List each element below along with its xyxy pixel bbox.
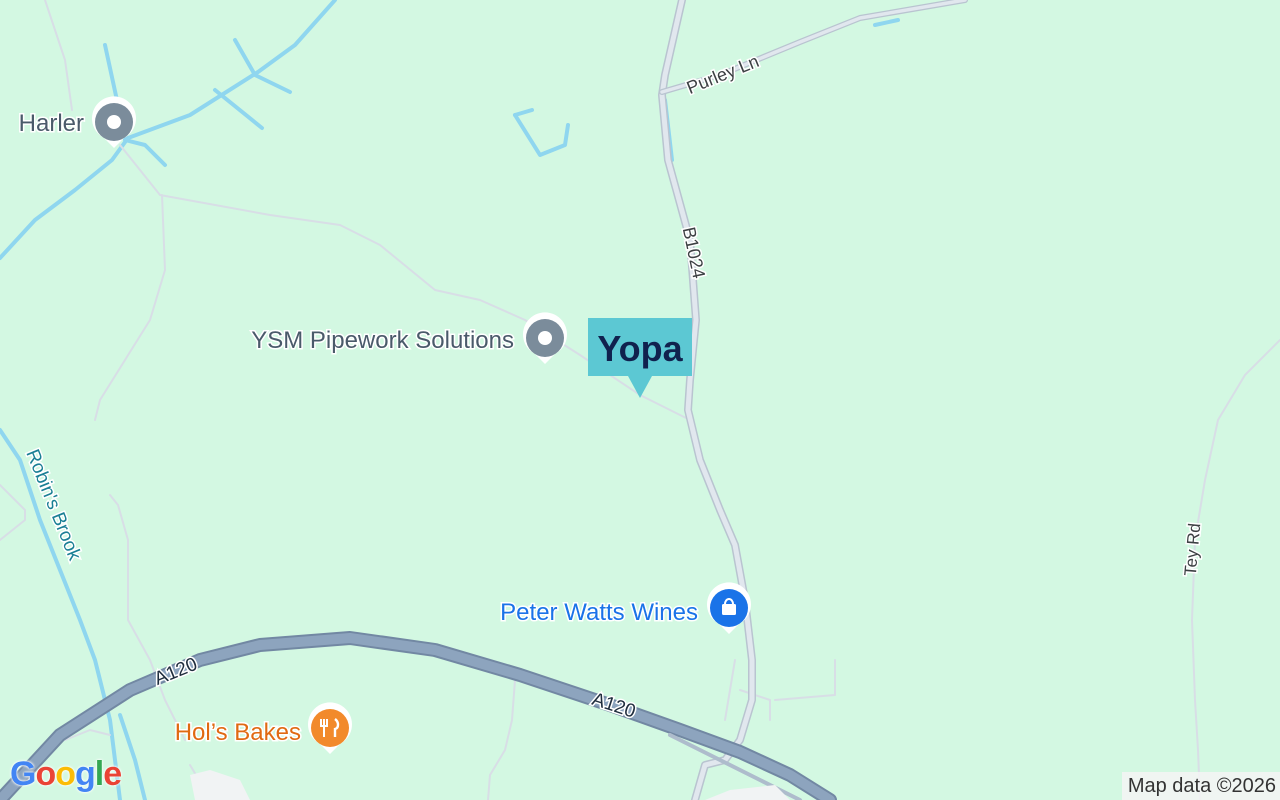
building xyxy=(705,785,790,800)
road-label-a120-right: A120 xyxy=(589,689,638,723)
map-canvas[interactable]: Purley Ln B1024 A120 A120 Tey Rd Robin's… xyxy=(0,0,1280,800)
road-label-a120-left: A120 xyxy=(151,654,200,690)
b1024-road xyxy=(658,0,968,800)
road-label-b1024: B1024 xyxy=(679,225,709,280)
road-label-purley-ln: Purley Ln xyxy=(684,51,762,98)
pin-icon[interactable] xyxy=(523,312,567,364)
yopa-brand-text: Yopa xyxy=(597,328,683,369)
yopa-marker[interactable]: Yopa xyxy=(588,318,692,398)
place-label-harler[interactable]: Harler xyxy=(17,109,85,139)
cutlery-icon[interactable] xyxy=(308,702,352,754)
place-label-peter-watts-wines[interactable]: Peter Watts Wines xyxy=(499,598,700,628)
map-attribution[interactable]: Map data ©2026 xyxy=(1121,772,1280,800)
google-logo: Google xyxy=(10,755,122,793)
place-label-hols-bakes[interactable]: Hol’s Bakes xyxy=(173,718,302,748)
road-label-tey-rd: Tey Rd xyxy=(1181,522,1205,576)
building xyxy=(190,770,250,800)
map-base-layer: Purley Ln B1024 A120 A120 Tey Rd Robin's… xyxy=(0,0,1280,800)
water-label-robins-brook: Robin's Brook xyxy=(21,446,85,563)
place-label-ysm-pipework[interactable]: YSM Pipework Solutions xyxy=(250,326,516,356)
paths xyxy=(0,0,1280,800)
